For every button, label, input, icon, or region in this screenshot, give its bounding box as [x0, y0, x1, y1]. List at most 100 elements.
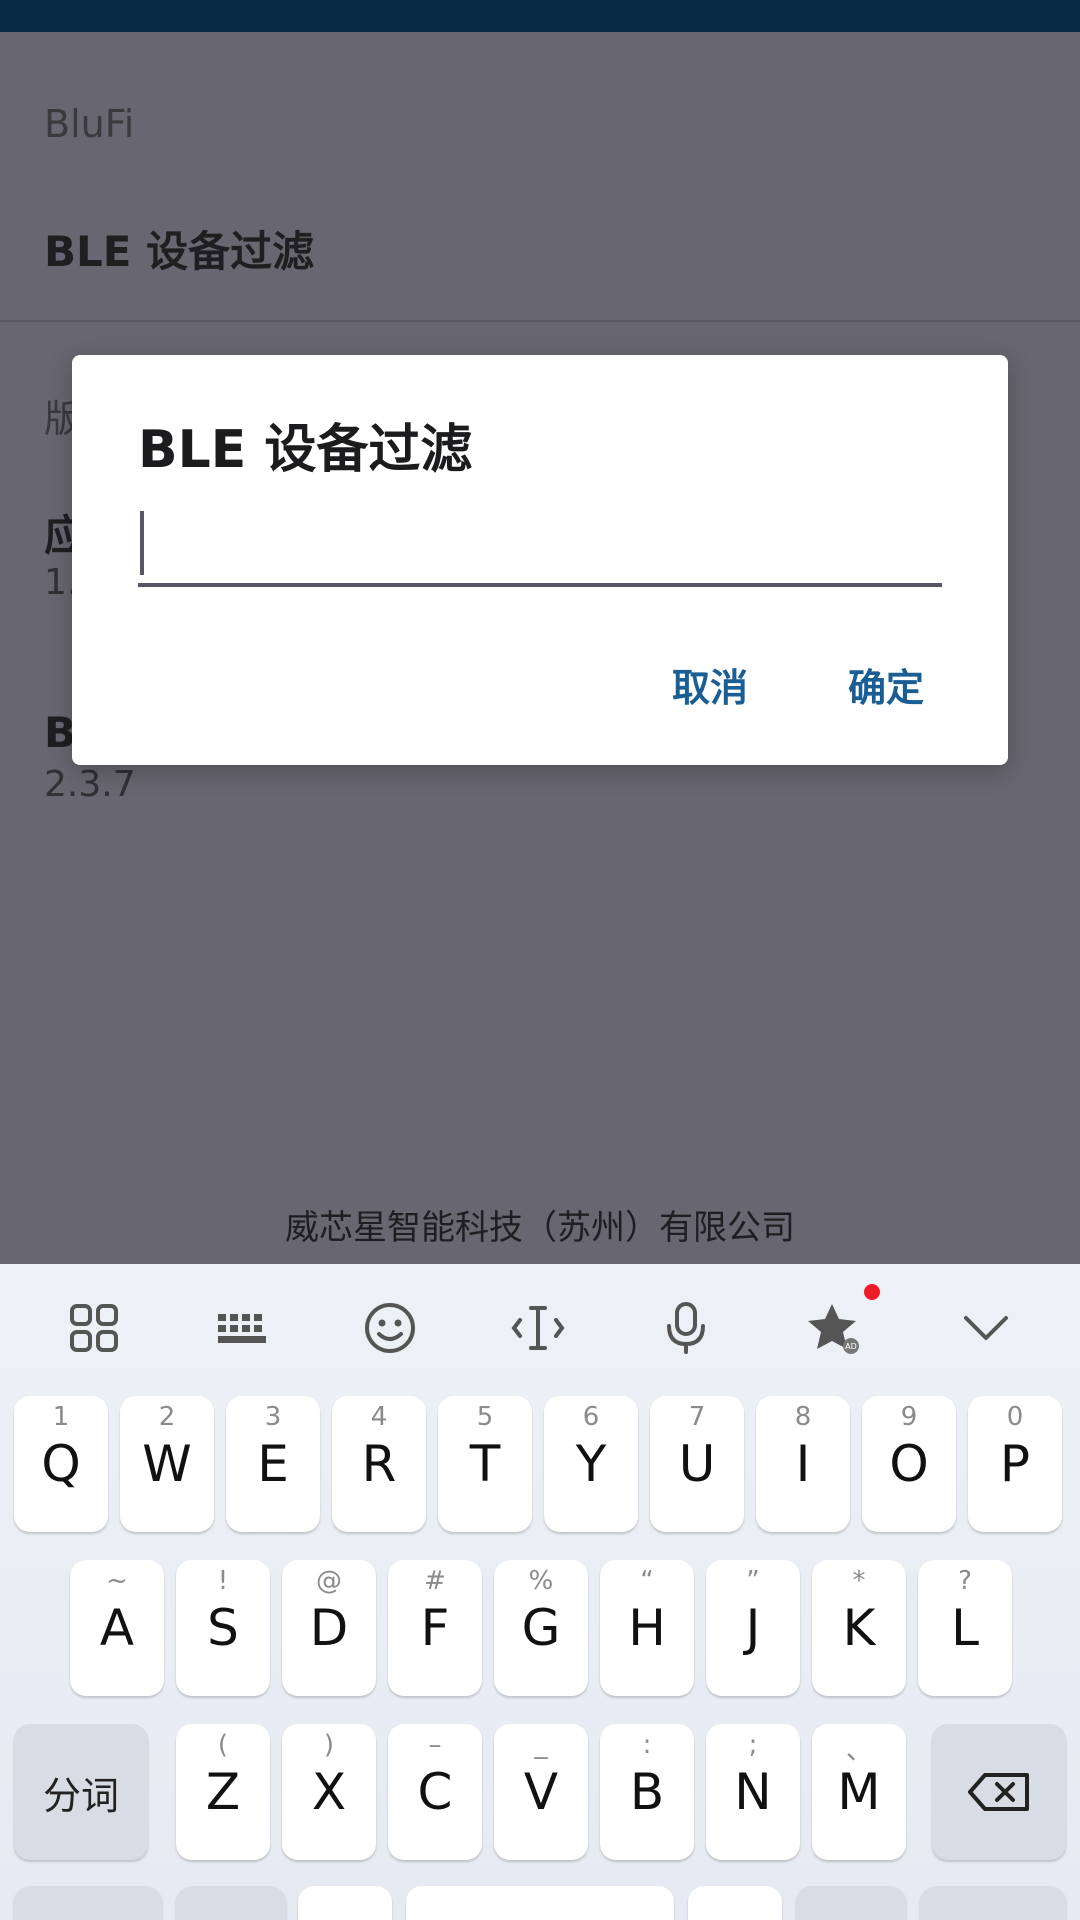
key-label: Y — [575, 1435, 607, 1493]
key-label: R — [361, 1435, 397, 1493]
key-q[interactable]: 1Q — [14, 1396, 108, 1532]
key-label: G — [521, 1599, 561, 1657]
enter-key[interactable] — [920, 1886, 1066, 1920]
key-m[interactable]: 、 M — [812, 1724, 906, 1860]
key-s[interactable]: ! S — [176, 1560, 270, 1696]
filter-input[interactable] — [138, 507, 942, 587]
divider — [0, 320, 1080, 322]
key-label: I — [795, 1435, 811, 1493]
comma-key[interactable] — [298, 1886, 392, 1920]
key-o[interactable]: 9O — [862, 1396, 956, 1532]
blufi-version-value: 2.3.7 — [44, 764, 136, 805]
symbols-key[interactable] — [14, 1886, 162, 1920]
category-app-title: BluFi — [44, 102, 135, 146]
key-t[interactable]: 5T — [438, 1396, 532, 1532]
key-x[interactable]: ) X — [282, 1724, 376, 1860]
key-secondary-label: 4 — [370, 1402, 388, 1432]
lang-key[interactable] — [176, 1886, 286, 1920]
key-b[interactable]: :B — [600, 1724, 694, 1860]
key-label: K — [842, 1599, 876, 1657]
key-w[interactable]: 2W — [120, 1396, 214, 1532]
key-label: B — [629, 1763, 665, 1821]
emoji-icon[interactable] — [358, 1296, 422, 1360]
dialog-title: BLE 设备过滤 — [138, 420, 473, 480]
cursor-icon[interactable] — [506, 1296, 570, 1360]
key-label: J — [745, 1599, 761, 1657]
key-secondary-label: 0 — [1006, 1402, 1024, 1432]
collapse-chevron-icon[interactable] — [954, 1296, 1018, 1360]
ok-button[interactable]: 确定 — [848, 657, 924, 712]
apps-grid-icon[interactable] — [62, 1296, 126, 1360]
status-bar — [0, 0, 1080, 32]
key-j[interactable]: ” J — [706, 1560, 800, 1696]
soft-keyboard: AD 1Q2W3E4R5T6Y7U8I9O0P ~ A! S @ D # F% G “H” J * K… — [0, 1264, 1080, 1920]
star-ad-icon[interactable]: AD — [802, 1284, 880, 1360]
key-secondary-label: 1 — [52, 1402, 70, 1432]
key-secondary-label: : — [642, 1730, 652, 1760]
ble-filter-preference[interactable]: BLE 设备过滤 — [44, 218, 314, 279]
key-secondary-label: ~ — [106, 1566, 128, 1596]
key-i[interactable]: 8I — [756, 1396, 850, 1532]
space-key[interactable] — [406, 1886, 674, 1920]
key-label: W — [142, 1435, 192, 1493]
key-secondary-label: 9 — [900, 1402, 918, 1432]
key-secondary-label: % — [528, 1566, 554, 1596]
key-secondary-label: ” — [746, 1566, 760, 1596]
key-secondary-label: _ — [534, 1730, 548, 1760]
notification-dot — [864, 1284, 880, 1300]
key-label: A — [99, 1599, 135, 1657]
key-k[interactable]: * K — [812, 1560, 906, 1696]
period-key[interactable] — [688, 1886, 782, 1920]
key-label: H — [628, 1599, 666, 1657]
svg-text:AD: AD — [845, 1342, 857, 1351]
key-z[interactable]: (Z — [176, 1724, 270, 1860]
key-u[interactable]: 7U — [650, 1396, 744, 1532]
key-d[interactable]: @ D — [282, 1560, 376, 1696]
key-e[interactable]: 3E — [226, 1396, 320, 1532]
key-h[interactable]: “H — [600, 1560, 694, 1696]
backspace-icon — [968, 1773, 1029, 1811]
key-l[interactable]: ? L — [918, 1560, 1012, 1696]
key-y[interactable]: 6Y — [544, 1396, 638, 1532]
key-secondary-label: ! — [217, 1566, 229, 1596]
key-secondary-label: – — [428, 1730, 442, 1760]
key-label: N — [734, 1763, 772, 1821]
key-secondary-label: ; — [748, 1730, 758, 1760]
key-g[interactable]: % G — [494, 1560, 588, 1696]
key-label: U — [678, 1435, 716, 1493]
key-r[interactable]: 4R — [332, 1396, 426, 1532]
key-p[interactable]: 0P — [968, 1396, 1062, 1532]
cancel-button[interactable]: 取消 — [672, 657, 748, 712]
key-secondary-label: ? — [958, 1566, 972, 1596]
keyboard-icon[interactable] — [210, 1296, 274, 1360]
key-secondary-label: 6 — [582, 1402, 600, 1432]
key-secondary-label: # — [424, 1566, 446, 1596]
key-secondary-label: 5 — [476, 1402, 494, 1432]
backspace-key[interactable] — [932, 1724, 1066, 1860]
key-n[interactable]: ; N — [706, 1724, 800, 1860]
key-label: P — [999, 1435, 1031, 1493]
microphone-icon[interactable] — [654, 1296, 718, 1360]
key-label: L — [951, 1599, 979, 1657]
key-label: M — [837, 1763, 881, 1821]
key-secondary-label: * — [852, 1566, 866, 1596]
company-footer: 威芯星智能科技（苏州）有限公司 — [285, 1208, 795, 1248]
key-secondary-label: ( — [217, 1730, 229, 1760]
keyboard-toolbar: AD — [0, 1264, 1080, 1392]
key-f[interactable]: # F — [388, 1560, 482, 1696]
key-secondary-label: @ — [316, 1566, 342, 1596]
key-secondary-label: ) — [323, 1730, 335, 1760]
key-a[interactable]: ~ A — [70, 1560, 164, 1696]
key-secondary-label: 3 — [264, 1402, 282, 1432]
key-label: T — [469, 1435, 501, 1493]
key-secondary-label: 2 — [158, 1402, 176, 1432]
key-label: F — [420, 1599, 450, 1657]
switch-key[interactable] — [796, 1886, 906, 1920]
key-c[interactable]: – C — [388, 1724, 482, 1860]
key-label: D — [309, 1599, 349, 1657]
segment-key[interactable]: 分词 — [14, 1724, 148, 1860]
text-caret — [140, 511, 144, 575]
key-v[interactable]: _ V — [494, 1724, 588, 1860]
ble-filter-dialog: BLE 设备过滤 取消 确定 — [72, 355, 1008, 765]
key-label: S — [207, 1599, 239, 1657]
